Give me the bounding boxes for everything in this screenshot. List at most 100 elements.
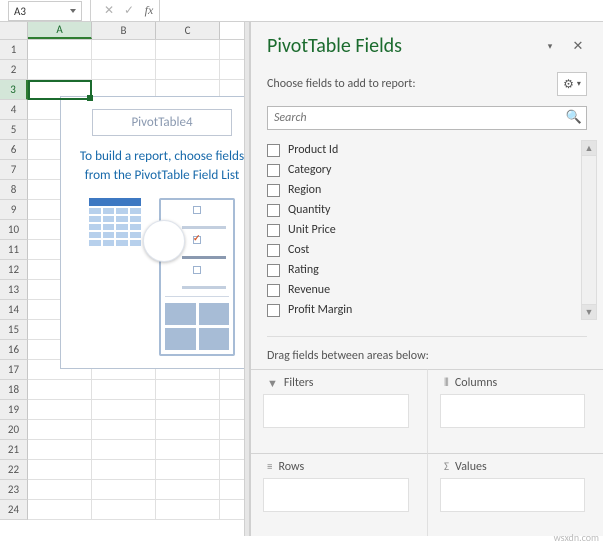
search-icon[interactable]: 🔍	[566, 110, 582, 125]
field-item[interactable]: Rating	[267, 260, 577, 280]
name-box-value: A3	[14, 5, 26, 18]
column-header[interactable]: C	[156, 22, 220, 39]
pane-settings-button[interactable]: ⚙ ▾	[557, 72, 587, 96]
row-header[interactable]: 15	[0, 320, 28, 340]
pivot-table-placeholder[interactable]: PivotTable4 To build a report, choose fi…	[60, 96, 244, 369]
checkbox-icon[interactable]	[267, 304, 280, 317]
field-label: Product Id	[288, 143, 338, 157]
pivot-illustration	[71, 198, 244, 356]
fill-handle[interactable]	[87, 95, 93, 101]
row-header[interactable]: 14	[0, 300, 28, 320]
drop-zone[interactable]	[440, 478, 585, 512]
field-item[interactable]: Revenue	[267, 280, 577, 300]
field-label: Rating	[288, 263, 319, 277]
checkbox-icon[interactable]	[267, 264, 280, 277]
values-area[interactable]: Σ Values	[427, 453, 603, 537]
row-header[interactable]: 16	[0, 340, 28, 360]
column-header[interactable]: B	[92, 22, 156, 39]
pane-subtitle: Choose fields to add to report:	[267, 77, 557, 91]
area-label: Values	[455, 460, 487, 474]
filter-icon: ▼	[267, 377, 278, 390]
scroll-up-arrow-icon[interactable]: ▲	[582, 141, 596, 156]
drop-zone[interactable]	[440, 394, 585, 428]
checkbox-icon[interactable]	[267, 224, 280, 237]
select-all-corner[interactable]	[0, 22, 28, 39]
row-header[interactable]: 6	[0, 140, 28, 160]
column-headers: A B C	[0, 22, 244, 40]
pivot-illustration-circle-icon	[143, 220, 185, 262]
pivot-table-name: PivotTable4	[92, 109, 232, 136]
field-label: Profit Margin	[288, 303, 352, 317]
rows-icon: ≡	[267, 460, 272, 473]
row-header[interactable]: 21	[0, 440, 28, 460]
row-header[interactable]: 8	[0, 180, 28, 200]
row-header[interactable]: 20	[0, 420, 28, 440]
insert-function-icon[interactable]: fx	[139, 1, 159, 21]
row-header[interactable]: 9	[0, 200, 28, 220]
spreadsheet-grid: A B C 1 2 3 4 5 6 7 8 9 10 11 12 13 14 1…	[0, 22, 244, 536]
chevron-down-icon[interactable]	[70, 9, 76, 13]
pane-collapse-icon[interactable]: ▾	[541, 37, 559, 55]
field-item[interactable]: Unit Price	[267, 220, 577, 240]
drop-zone[interactable]	[263, 478, 409, 512]
scroll-down-arrow-icon[interactable]: ▼	[582, 304, 596, 319]
field-label: Cost	[288, 243, 309, 257]
filters-area[interactable]: ▼Filters	[251, 369, 427, 453]
row-header[interactable]: 11	[0, 240, 28, 260]
column-header[interactable]: A	[28, 22, 92, 39]
row-header[interactable]: 2	[0, 60, 28, 80]
field-item[interactable]: Region	[267, 180, 577, 200]
search-input[interactable]	[267, 106, 587, 130]
field-item[interactable]: Quantity	[267, 200, 577, 220]
row-header[interactable]: 3	[0, 80, 28, 100]
cancel-icon[interactable]: ✕	[99, 1, 119, 21]
drop-zone[interactable]	[263, 394, 409, 428]
sigma-icon: Σ	[444, 460, 449, 473]
row-header[interactable]: 22	[0, 460, 28, 480]
area-label: Columns	[455, 376, 497, 390]
row-header[interactable]: 18	[0, 380, 28, 400]
row-header[interactable]: 7	[0, 160, 28, 180]
row-header[interactable]: 13	[0, 280, 28, 300]
row-header[interactable]: 12	[0, 260, 28, 280]
checkbox-icon[interactable]	[267, 204, 280, 217]
field-label: Revenue	[288, 283, 330, 297]
field-item[interactable]: Category	[267, 160, 577, 180]
field-item[interactable]: Product Id	[267, 140, 577, 160]
name-box[interactable]: A3	[8, 1, 82, 21]
cells-area[interactable]: PivotTable4 To build a report, choose fi…	[28, 40, 244, 536]
row-headers: 1 2 3 4 5 6 7 8 9 10 11 12 13 14 15 16 1…	[0, 40, 28, 536]
field-label: Quantity	[288, 203, 330, 217]
field-list: Product Id Category Region Quantity Unit…	[267, 140, 577, 320]
formula-bar: A3 ✕ ✓ fx	[0, 0, 603, 22]
confirm-icon[interactable]: ✓	[119, 1, 139, 21]
row-header[interactable]: 1	[0, 40, 28, 60]
pane-title: PivotTable Fields	[267, 34, 531, 58]
row-header[interactable]: 23	[0, 480, 28, 500]
checkbox-icon[interactable]	[267, 144, 280, 157]
checkbox-icon[interactable]	[267, 184, 280, 197]
chevron-down-icon: ▾	[577, 79, 581, 89]
formula-input[interactable]	[168, 1, 603, 21]
columns-area[interactable]: ⦀Columns	[427, 369, 603, 453]
selected-cell[interactable]	[28, 80, 92, 100]
field-item[interactable]: Cost	[267, 240, 577, 260]
checkbox-icon[interactable]	[267, 244, 280, 257]
drop-areas: ▼Filters ⦀Columns ≡Rows Σ Values	[251, 369, 603, 536]
scrollbar[interactable]: ▲ ▼	[581, 140, 597, 320]
checkbox-icon[interactable]	[267, 284, 280, 297]
row-header[interactable]: 24	[0, 500, 28, 520]
row-header[interactable]: 19	[0, 400, 28, 420]
row-header[interactable]: 10	[0, 220, 28, 240]
gear-icon: ⚙	[563, 77, 574, 92]
watermark: wsxdn.com	[554, 531, 599, 544]
row-header[interactable]: 5	[0, 120, 28, 140]
pivot-illustration-table-icon	[89, 198, 141, 246]
row-header[interactable]: 4	[0, 100, 28, 120]
rows-area[interactable]: ≡Rows	[251, 453, 427, 537]
checkbox-icon[interactable]	[267, 164, 280, 177]
field-label: Category	[288, 163, 331, 177]
row-header[interactable]: 17	[0, 360, 28, 380]
field-item[interactable]: Profit Margin	[267, 300, 577, 320]
close-icon[interactable]: ✕	[569, 37, 587, 55]
